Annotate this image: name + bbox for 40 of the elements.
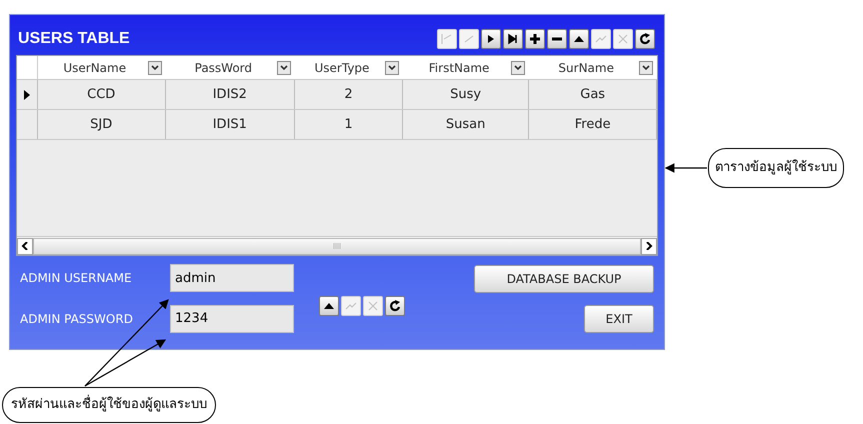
refresh-icon[interactable] [635, 29, 655, 49]
column-header[interactable]: FirstName [406, 58, 512, 76]
table-cell: IDIS2 [166, 80, 296, 109]
delete-icon[interactable] [547, 29, 567, 49]
dropdown-icon[interactable] [639, 60, 653, 74]
scroll-left-icon[interactable] [17, 238, 33, 254]
admin-username-field[interactable]: admin [170, 264, 294, 292]
admin-username-label: ADMIN USERNAME [20, 270, 133, 288]
dropdown-icon[interactable] [511, 60, 526, 74]
exit-button[interactable]: EXIT [584, 305, 654, 333]
table-cell: Frede [529, 110, 657, 139]
dropdown-icon[interactable] [277, 60, 292, 74]
admin-password-field[interactable]: 1234 [170, 304, 294, 333]
table-cell: Gas [529, 80, 657, 109]
insert-icon[interactable] [525, 29, 545, 49]
scroll-right-icon[interactable] [641, 238, 657, 254]
table-cell: CCD [38, 80, 166, 109]
table-cell: IDIS1 [166, 110, 296, 139]
refresh-icon[interactable] [385, 296, 405, 316]
database-backup-button[interactable]: DATABASE BACKUP [474, 265, 654, 293]
edit-icon[interactable] [319, 296, 339, 316]
table-cell: 2 [295, 80, 403, 109]
column-header[interactable]: PassWord [170, 58, 278, 76]
column-header[interactable]: SurName [533, 58, 639, 76]
table-cell: Susan [402, 110, 530, 139]
last-icon[interactable] [503, 29, 523, 49]
table-cell: Susy [402, 80, 530, 109]
next-icon[interactable] [481, 29, 501, 49]
callout-arrow [664, 163, 707, 173]
admin-password-label: ADMIN PASSWORD [20, 310, 134, 328]
window-title: USERS TABLE [18, 29, 130, 49]
callout-label: รหัสผ่านและชื่อผู้ใช้ของผู้ดูแลระบบ [2, 387, 216, 423]
callout-label: ตารางข้อมูลผู้ใช้ระบบ [708, 148, 844, 188]
column-header[interactable]: UserType [299, 58, 385, 76]
dropdown-icon[interactable] [148, 60, 162, 74]
edit-icon[interactable] [569, 29, 589, 49]
table-cell: SJD [38, 110, 166, 139]
dropdown-icon[interactable] [384, 60, 399, 74]
column-header[interactable]: UserName [42, 58, 148, 76]
table-cell: 1 [295, 110, 403, 139]
